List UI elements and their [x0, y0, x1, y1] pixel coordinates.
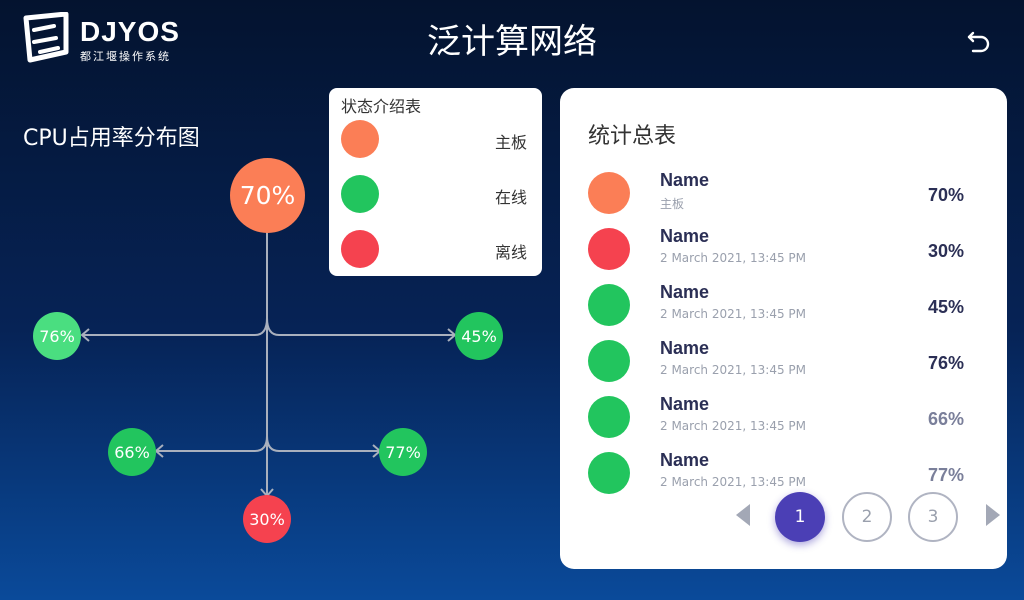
stats-row-value: 76%: [927, 353, 965, 373]
stats-row[interactable]: Name 2 March 2021, 13:45 PM 30%: [588, 226, 988, 274]
cpu-node-right-2-label: 77%: [385, 442, 421, 462]
legend-item-label: 主板: [494, 133, 527, 152]
status-dot-icon: [588, 172, 630, 214]
stats-row-name: Name: [660, 226, 710, 246]
stats-row[interactable]: Name 2 March 2021, 13:45 PM 66%: [588, 394, 988, 442]
cpu-node-left-1[interactable]: 76%: [33, 312, 81, 360]
pagination: 1 2 3: [730, 490, 1000, 544]
page-number: 1: [794, 507, 806, 527]
stats-row-name: Name: [660, 282, 710, 302]
stats-row-name: Name: [660, 170, 710, 190]
legend-item-label: 在线: [494, 188, 527, 207]
status-dot-icon: [588, 340, 630, 382]
cpu-node-bottom[interactable]: 30%: [243, 495, 291, 543]
legend-title: 状态介绍表: [341, 97, 422, 116]
status-dot-icon: [588, 396, 630, 438]
cpu-node-right-1[interactable]: 45%: [455, 312, 503, 360]
stats-row-value: 45%: [927, 297, 965, 317]
stats-row[interactable]: Name 2 March 2021, 13:45 PM 45%: [588, 282, 988, 330]
stats-row-subtitle: 2 March 2021, 13:45 PM: [660, 251, 806, 265]
back-arrow-icon: [967, 31, 990, 53]
stats-row-subtitle: 2 March 2021, 13:45 PM: [660, 363, 806, 377]
cpu-node-root-label: 70%: [239, 181, 296, 210]
online-dot-icon: [341, 175, 379, 213]
stats-row-value: 70%: [927, 185, 965, 205]
offline-dot-icon: [341, 230, 379, 268]
status-dot-icon: [588, 284, 630, 326]
cpu-node-right-2[interactable]: 77%: [379, 428, 427, 476]
stats-row-name: Name: [660, 394, 710, 414]
page-number: 2: [861, 507, 873, 527]
page-number: 3: [927, 507, 939, 527]
prev-page-arrow-icon[interactable]: [736, 504, 750, 526]
stats-row-value: 77%: [927, 465, 965, 485]
status-dot-icon: [588, 452, 630, 494]
cpu-node-left-1-label: 76%: [39, 326, 75, 346]
page-button-1[interactable]: 1: [775, 492, 825, 542]
next-page-arrow-icon[interactable]: [986, 504, 1000, 526]
stats-card: 统计总表 Name 主板 70% Name 2 March 2021, 13:4…: [560, 88, 1007, 569]
stats-row-name: Name: [660, 338, 710, 358]
stats-row-value: 30%: [927, 241, 965, 261]
page-button-2[interactable]: 2: [842, 492, 892, 542]
stats-row-subtitle: 主板: [660, 197, 685, 211]
cpu-node-left-2-label: 66%: [114, 442, 150, 462]
stats-row-subtitle: 2 March 2021, 13:45 PM: [660, 475, 806, 489]
back-button[interactable]: [962, 24, 996, 58]
stats-row-subtitle: 2 March 2021, 13:45 PM: [660, 419, 806, 433]
cpu-node-right-1-label: 45%: [461, 326, 497, 346]
stats-title: 统计总表: [588, 124, 677, 149]
stats-row[interactable]: Name 主板 70%: [588, 170, 988, 218]
cpu-node-left-2[interactable]: 66%: [108, 428, 156, 476]
stats-row[interactable]: Name 2 March 2021, 13:45 PM 76%: [588, 338, 988, 386]
page-button-3[interactable]: 3: [908, 492, 958, 542]
legend-item-label: 离线: [494, 243, 527, 262]
cpu-node-bottom-label: 30%: [249, 509, 285, 529]
legend-item-motherboard: 主板: [341, 119, 531, 159]
stats-row-name: Name: [660, 450, 710, 470]
legend-item-offline: 离线: [341, 229, 531, 269]
stats-row-subtitle: 2 March 2021, 13:45 PM: [660, 307, 806, 321]
stats-row-value: 66%: [927, 409, 965, 429]
legend-item-online: 在线: [341, 174, 531, 214]
status-legend-card: 状态介绍表 主板 在线 离线: [329, 88, 542, 276]
status-dot-icon: [588, 228, 630, 270]
cpu-node-root[interactable]: 70%: [230, 158, 305, 233]
motherboard-dot-icon: [341, 120, 379, 158]
